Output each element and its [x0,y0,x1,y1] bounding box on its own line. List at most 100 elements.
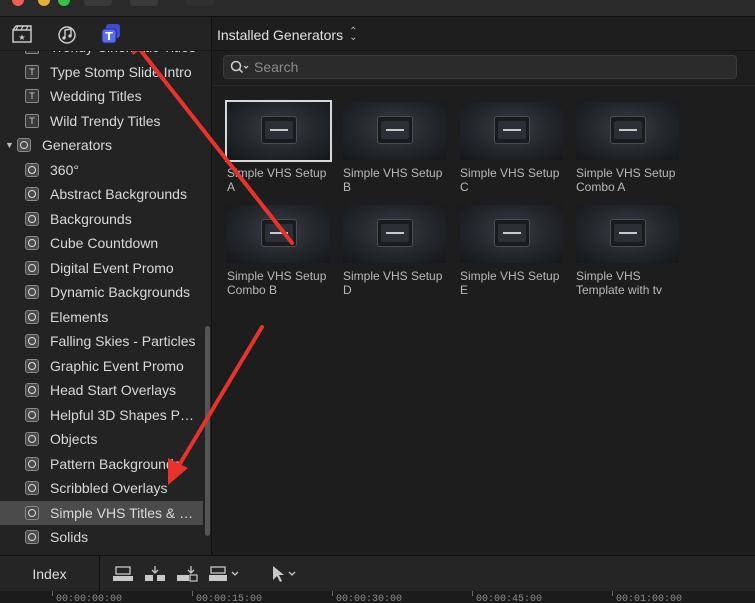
sidebar-item-label: Pattern Backgrounds [50,455,181,472]
sidebar-item-label: Cube Countdown [50,235,159,252]
generator-caption: Simple VHS Setup E [460,269,560,297]
generator-icon [25,358,39,373]
generator-icon [25,432,39,447]
insert-clip-icon[interactable] [144,565,166,583]
generator-thumbnail[interactable] [225,100,332,162]
sidebar-group-generators[interactable]: ▼ Generators [0,133,203,158]
minimize-window-button[interactable] [38,0,50,6]
index-button[interactable]: Index [0,556,100,592]
generator-browser: Installed Generators ⌃⌄ Simple VHS Setup… [213,17,755,555]
sidebar-item[interactable]: Solids [0,525,203,550]
sidebar-item[interactable]: T Wild Trendy Titles [0,109,203,134]
generator-icon [25,236,39,251]
generator-icon [25,456,39,471]
window-titlebar [0,0,755,17]
title-icon: T [25,64,39,79]
sidebar-item-label: Solids [50,529,89,546]
title-icon: T [25,113,39,128]
tv-thumbnail-icon [610,219,646,247]
overwrite-clip-icon[interactable] [208,565,242,583]
sidebar-item[interactable]: Objects [0,427,203,452]
generator-tile[interactable]: Simple VHS Template with tv [576,205,684,297]
generator-tile[interactable]: Simple VHS Setup Combo B [227,205,335,297]
sidebar-item-label: Objects [50,431,98,448]
sidebar-item-label: Head Start Overlays [50,382,177,399]
tv-thumbnail-icon [261,219,297,247]
sidebar-item[interactable]: Digital Event Promo [0,256,203,281]
generator-tile[interactable]: Simple VHS Setup A [225,100,335,194]
bottom-toolbar: Index [0,555,755,592]
ruler-tick [612,591,613,596]
search-field[interactable] [223,55,737,79]
sidebar-scroll-thumb[interactable] [205,326,210,536]
timeline-ruler[interactable]: 00:00:00:00 00:00:15:00 00:00:30:00 00:00:4… [0,591,755,603]
sidebar-item[interactable]: Backgrounds [0,207,203,232]
generator-thumbnail[interactable] [576,102,679,160]
sidebar-item[interactable]: Graphic Event Promo [0,354,203,379]
generator-thumbnail[interactable] [576,205,679,263]
generator-icon [25,260,39,275]
ruler-timecode: 00:00:00:00 [56,594,123,603]
sidebar-item-label: Simple VHS Titles & Generators [50,504,197,521]
sidebar-item-label: Graphic Event Promo [50,357,184,374]
tv-thumbnail-icon [377,219,413,247]
sidebar-item[interactable]: T Type Stomp Slide Intro [0,60,203,85]
titles-generators-icon[interactable]: T [99,23,123,45]
sidebar-item[interactable]: Elements [0,305,203,330]
generator-thumbnail[interactable] [343,102,446,160]
generator-caption: Simple VHS Setup C [460,166,560,194]
generator-tile[interactable]: Simple VHS Setup B [343,102,451,194]
clapper-star-icon[interactable]: ★ [10,23,34,45]
toolbar-button-1[interactable] [84,0,112,6]
sidebar-item[interactable]: Falling Skies - Particles [0,329,203,354]
generator-caption: Simple VHS Setup Combo A [576,166,676,194]
toolbar-button-3[interactable] [186,0,214,6]
connect-clip-icon[interactable] [112,565,134,583]
tv-thumbnail-icon [494,116,530,144]
generator-thumbnail[interactable] [227,205,330,263]
tv-thumbnail-icon [261,116,297,144]
browser-title-popup[interactable]: Installed Generators ⌃ ⌄ [217,26,358,44]
generator-thumbnail[interactable] [460,205,563,263]
sidebar-item[interactable]: Dynamic Backgrounds [0,280,203,305]
sidebar-item[interactable]: Abstract Backgrounds [0,182,203,207]
sidebar-item[interactable]: Scribbled Overlays [0,476,203,501]
ruler-timecode: 00:00:45:00 [476,594,543,603]
append-clip-icon[interactable] [176,565,198,583]
generator-icon [25,334,39,349]
generator-icon [25,505,39,520]
disclosure-triangle-icon[interactable]: ▼ [5,140,14,150]
generator-thumbnail[interactable] [460,102,563,160]
music-photo-icon[interactable] [55,23,79,45]
browser-title: Installed Generators [217,27,344,43]
generator-icon [25,383,39,398]
updown-chevron-icon: ⌃ ⌄ [349,26,358,43]
generator-thumbnail[interactable] [343,205,446,263]
sidebar-item-label: Generators [42,137,113,154]
sidebar-item[interactable]: Helpful 3D Shapes Pack [0,403,203,428]
close-window-button[interactable] [12,0,24,6]
index-label: Index [32,566,67,582]
search-input[interactable] [254,58,724,76]
sidebar-item[interactable]: T Wedding Titles [0,84,203,109]
sidebar-item[interactable]: Cube Countdown [0,231,203,256]
select-tool-icon[interactable] [270,565,300,583]
generator-tile[interactable]: Simple VHS Setup Combo A [576,102,684,194]
sidebar-item[interactable]: 360° [0,158,203,183]
zoom-window-button[interactable] [58,0,70,6]
tv-thumbnail-icon [494,219,530,247]
ruler-tick [472,591,473,596]
generator-tile[interactable]: Simple VHS Setup E [460,205,568,297]
ruler-timecode: 00:01:00:00 [616,594,683,603]
generator-caption: Simple VHS Setup A [227,166,327,194]
sidebar-scrollbar[interactable] [204,51,211,555]
sidebar-item[interactable]: Head Start Overlays [0,378,203,403]
generator-tile[interactable]: Simple VHS Setup D [343,205,451,297]
generator-icon [25,211,39,226]
toolbar-button-2[interactable] [130,0,158,6]
sidebar-item[interactable]: Pattern Backgrounds [0,452,203,477]
library-sidebar: ★ T TTrendy Cinematic TitlesTType Stomp … [0,17,212,555]
generator-icon [25,309,39,324]
generator-tile[interactable]: Simple VHS Setup C [460,102,568,194]
sidebar-item[interactable]: Simple VHS Titles & Generators [0,500,203,525]
